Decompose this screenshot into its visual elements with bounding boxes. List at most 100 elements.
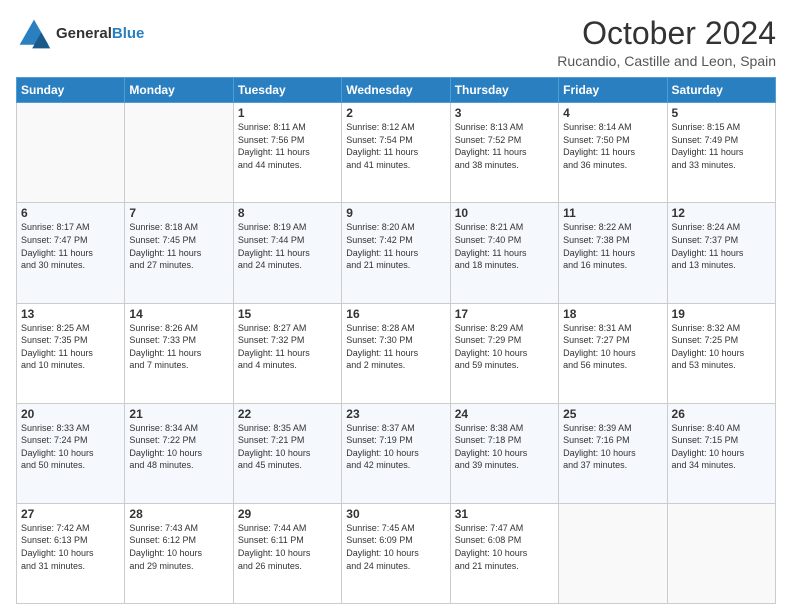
day-number: 4 (563, 106, 662, 120)
week-row-3: 13Sunrise: 8:25 AM Sunset: 7:35 PM Dayli… (17, 303, 776, 403)
day-number: 12 (672, 206, 771, 220)
day-info: Sunrise: 8:18 AM Sunset: 7:45 PM Dayligh… (129, 221, 228, 271)
day-info: Sunrise: 8:33 AM Sunset: 7:24 PM Dayligh… (21, 422, 120, 472)
day-info: Sunrise: 8:32 AM Sunset: 7:25 PM Dayligh… (672, 322, 771, 372)
day-info: Sunrise: 8:20 AM Sunset: 7:42 PM Dayligh… (346, 221, 445, 271)
col-tuesday: Tuesday (233, 78, 341, 103)
col-monday: Monday (125, 78, 233, 103)
day-info: Sunrise: 8:17 AM Sunset: 7:47 PM Dayligh… (21, 221, 120, 271)
col-sunday: Sunday (17, 78, 125, 103)
week-row-5: 27Sunrise: 7:42 AM Sunset: 6:13 PM Dayli… (17, 503, 776, 603)
day-number: 16 (346, 307, 445, 321)
day-info: Sunrise: 8:29 AM Sunset: 7:29 PM Dayligh… (455, 322, 554, 372)
day-info: Sunrise: 8:37 AM Sunset: 7:19 PM Dayligh… (346, 422, 445, 472)
day-number: 13 (21, 307, 120, 321)
day-number: 9 (346, 206, 445, 220)
calendar-cell: 22Sunrise: 8:35 AM Sunset: 7:21 PM Dayli… (233, 403, 341, 503)
day-number: 28 (129, 507, 228, 521)
subtitle: Rucandio, Castille and Leon, Spain (557, 53, 776, 69)
day-info: Sunrise: 8:28 AM Sunset: 7:30 PM Dayligh… (346, 322, 445, 372)
day-number: 25 (563, 407, 662, 421)
logo-icon (16, 16, 52, 52)
day-number: 5 (672, 106, 771, 120)
calendar-cell: 19Sunrise: 8:32 AM Sunset: 7:25 PM Dayli… (667, 303, 775, 403)
calendar-cell: 18Sunrise: 8:31 AM Sunset: 7:27 PM Dayli… (559, 303, 667, 403)
day-info: Sunrise: 8:38 AM Sunset: 7:18 PM Dayligh… (455, 422, 554, 472)
calendar-cell: 5Sunrise: 8:15 AM Sunset: 7:49 PM Daylig… (667, 103, 775, 203)
calendar-cell: 1Sunrise: 8:11 AM Sunset: 7:56 PM Daylig… (233, 103, 341, 203)
day-number: 8 (238, 206, 337, 220)
col-saturday: Saturday (667, 78, 775, 103)
day-number: 11 (563, 206, 662, 220)
header: GeneralBlue October 2024 Rucandio, Casti… (16, 16, 776, 69)
calendar-cell: 24Sunrise: 8:38 AM Sunset: 7:18 PM Dayli… (450, 403, 558, 503)
calendar-header-row: Sunday Monday Tuesday Wednesday Thursday… (17, 78, 776, 103)
calendar-cell: 9Sunrise: 8:20 AM Sunset: 7:42 PM Daylig… (342, 203, 450, 303)
calendar-cell: 20Sunrise: 8:33 AM Sunset: 7:24 PM Dayli… (17, 403, 125, 503)
day-info: Sunrise: 8:11 AM Sunset: 7:56 PM Dayligh… (238, 121, 337, 171)
day-number: 1 (238, 106, 337, 120)
day-info: Sunrise: 8:22 AM Sunset: 7:38 PM Dayligh… (563, 221, 662, 271)
day-info: Sunrise: 8:35 AM Sunset: 7:21 PM Dayligh… (238, 422, 337, 472)
calendar-cell (17, 103, 125, 203)
calendar-cell: 15Sunrise: 8:27 AM Sunset: 7:32 PM Dayli… (233, 303, 341, 403)
calendar-cell: 11Sunrise: 8:22 AM Sunset: 7:38 PM Dayli… (559, 203, 667, 303)
day-number: 21 (129, 407, 228, 421)
calendar-cell: 10Sunrise: 8:21 AM Sunset: 7:40 PM Dayli… (450, 203, 558, 303)
day-info: Sunrise: 7:42 AM Sunset: 6:13 PM Dayligh… (21, 522, 120, 572)
day-number: 15 (238, 307, 337, 321)
week-row-2: 6Sunrise: 8:17 AM Sunset: 7:47 PM Daylig… (17, 203, 776, 303)
calendar-cell: 27Sunrise: 7:42 AM Sunset: 6:13 PM Dayli… (17, 503, 125, 603)
day-info: Sunrise: 8:13 AM Sunset: 7:52 PM Dayligh… (455, 121, 554, 171)
logo: GeneralBlue (16, 16, 144, 52)
title-block: October 2024 Rucandio, Castille and Leon… (557, 16, 776, 69)
col-thursday: Thursday (450, 78, 558, 103)
calendar-cell: 29Sunrise: 7:44 AM Sunset: 6:11 PM Dayli… (233, 503, 341, 603)
day-info: Sunrise: 7:43 AM Sunset: 6:12 PM Dayligh… (129, 522, 228, 572)
calendar-cell (559, 503, 667, 603)
day-number: 26 (672, 407, 771, 421)
main-title: October 2024 (557, 16, 776, 51)
calendar-cell: 2Sunrise: 8:12 AM Sunset: 7:54 PM Daylig… (342, 103, 450, 203)
calendar-cell: 31Sunrise: 7:47 AM Sunset: 6:08 PM Dayli… (450, 503, 558, 603)
day-info: Sunrise: 8:34 AM Sunset: 7:22 PM Dayligh… (129, 422, 228, 472)
calendar-cell: 3Sunrise: 8:13 AM Sunset: 7:52 PM Daylig… (450, 103, 558, 203)
calendar-cell: 21Sunrise: 8:34 AM Sunset: 7:22 PM Dayli… (125, 403, 233, 503)
day-info: Sunrise: 8:19 AM Sunset: 7:44 PM Dayligh… (238, 221, 337, 271)
day-info: Sunrise: 8:24 AM Sunset: 7:37 PM Dayligh… (672, 221, 771, 271)
day-info: Sunrise: 8:31 AM Sunset: 7:27 PM Dayligh… (563, 322, 662, 372)
day-number: 14 (129, 307, 228, 321)
calendar-cell: 16Sunrise: 8:28 AM Sunset: 7:30 PM Dayli… (342, 303, 450, 403)
day-number: 18 (563, 307, 662, 321)
day-info: Sunrise: 8:12 AM Sunset: 7:54 PM Dayligh… (346, 121, 445, 171)
week-row-4: 20Sunrise: 8:33 AM Sunset: 7:24 PM Dayli… (17, 403, 776, 503)
day-number: 7 (129, 206, 228, 220)
calendar-cell: 23Sunrise: 8:37 AM Sunset: 7:19 PM Dayli… (342, 403, 450, 503)
day-info: Sunrise: 7:45 AM Sunset: 6:09 PM Dayligh… (346, 522, 445, 572)
calendar-cell: 17Sunrise: 8:29 AM Sunset: 7:29 PM Dayli… (450, 303, 558, 403)
page: GeneralBlue October 2024 Rucandio, Casti… (0, 0, 792, 612)
calendar-cell: 4Sunrise: 8:14 AM Sunset: 7:50 PM Daylig… (559, 103, 667, 203)
day-info: Sunrise: 8:25 AM Sunset: 7:35 PM Dayligh… (21, 322, 120, 372)
day-number: 20 (21, 407, 120, 421)
day-number: 31 (455, 507, 554, 521)
day-number: 23 (346, 407, 445, 421)
col-friday: Friday (559, 78, 667, 103)
day-info: Sunrise: 8:26 AM Sunset: 7:33 PM Dayligh… (129, 322, 228, 372)
day-info: Sunrise: 7:47 AM Sunset: 6:08 PM Dayligh… (455, 522, 554, 572)
day-number: 3 (455, 106, 554, 120)
calendar-cell: 14Sunrise: 8:26 AM Sunset: 7:33 PM Dayli… (125, 303, 233, 403)
day-info: Sunrise: 8:14 AM Sunset: 7:50 PM Dayligh… (563, 121, 662, 171)
calendar-cell (125, 103, 233, 203)
calendar-cell: 7Sunrise: 8:18 AM Sunset: 7:45 PM Daylig… (125, 203, 233, 303)
day-number: 19 (672, 307, 771, 321)
calendar-cell: 30Sunrise: 7:45 AM Sunset: 6:09 PM Dayli… (342, 503, 450, 603)
calendar-cell: 13Sunrise: 8:25 AM Sunset: 7:35 PM Dayli… (17, 303, 125, 403)
week-row-1: 1Sunrise: 8:11 AM Sunset: 7:56 PM Daylig… (17, 103, 776, 203)
calendar-table: Sunday Monday Tuesday Wednesday Thursday… (16, 77, 776, 604)
day-number: 22 (238, 407, 337, 421)
day-info: Sunrise: 8:39 AM Sunset: 7:16 PM Dayligh… (563, 422, 662, 472)
logo-text: GeneralBlue (56, 25, 144, 42)
calendar-cell: 8Sunrise: 8:19 AM Sunset: 7:44 PM Daylig… (233, 203, 341, 303)
day-number: 27 (21, 507, 120, 521)
